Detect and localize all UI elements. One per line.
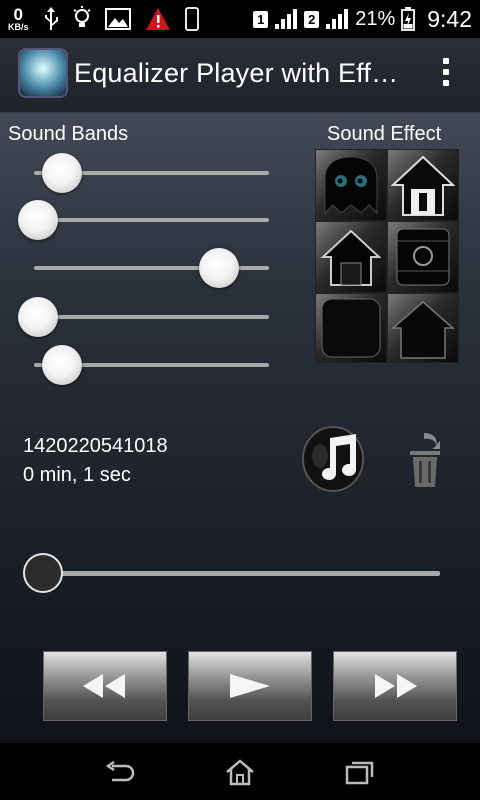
band-track[interactable] xyxy=(34,315,269,319)
sim2-badge: 2 xyxy=(304,10,320,28)
warning-icon xyxy=(145,8,170,30)
fast-forward-button[interactable] xyxy=(333,651,457,721)
sound-bands-label: Sound Bands xyxy=(8,123,129,145)
app-icon[interactable] xyxy=(20,50,66,96)
status-bar-left: 0 KB/s xyxy=(8,4,199,34)
band-thumb[interactable] xyxy=(18,297,58,337)
signal-icon xyxy=(275,9,298,29)
action-bar: Equalizer Player with Eff… xyxy=(0,38,480,113)
network-speed-unit: KB/s xyxy=(8,22,29,32)
seek-thumb[interactable] xyxy=(23,553,63,593)
trash-icon[interactable] xyxy=(404,431,446,489)
play-button[interactable] xyxy=(188,651,312,721)
band-thumb[interactable] xyxy=(18,200,58,240)
status-bar-right: 1 2 21% 9:42 xyxy=(253,4,472,34)
band-thumb[interactable] xyxy=(199,248,240,288)
sim1-badge: 1 xyxy=(253,10,269,28)
band-thumb[interactable] xyxy=(42,345,83,385)
band-track[interactable] xyxy=(34,218,269,222)
recents-icon[interactable] xyxy=(343,757,377,787)
track-id: 1420220541018 xyxy=(23,435,168,457)
blank-tile-icon[interactable] xyxy=(315,293,387,363)
bulb-icon xyxy=(73,6,90,27)
usb-icon xyxy=(44,7,58,30)
back-icon[interactable] xyxy=(103,757,137,787)
gallery-icon xyxy=(104,8,131,30)
battery-charging-icon xyxy=(401,7,416,31)
rewind-button[interactable] xyxy=(43,651,167,721)
app-title: Equalizer Player with Eff… xyxy=(74,58,399,88)
music-note-icon[interactable] xyxy=(300,426,366,492)
band-thumb[interactable] xyxy=(42,153,83,193)
sound-effect-label: Sound Effect xyxy=(327,123,442,145)
navigation-bar xyxy=(0,743,480,800)
play-icon xyxy=(230,674,270,698)
rewind-icon xyxy=(83,674,125,698)
signal-icon xyxy=(326,9,349,29)
track-elapsed: 0 min, 1 sec xyxy=(23,464,131,486)
house-outline-icon[interactable] xyxy=(315,221,387,293)
network-speed-value: 0 xyxy=(13,5,23,24)
phone-icon xyxy=(184,7,199,31)
status-bar: 0 KB/s 1 2 21% 9:42 xyxy=(0,0,480,38)
ghost-icon[interactable] xyxy=(315,149,387,221)
main-content: Sound Bands Sound Effect 1420220541018 0… xyxy=(0,113,480,743)
house-dark-icon[interactable] xyxy=(387,293,459,363)
clock: 9:42 xyxy=(427,5,472,32)
box-icon[interactable] xyxy=(387,221,459,293)
house-door-icon[interactable] xyxy=(387,149,459,221)
seek-bar[interactable] xyxy=(44,571,440,576)
home-icon[interactable] xyxy=(223,757,257,787)
network-speed: 0 KB/s xyxy=(8,6,29,32)
overflow-menu-icon[interactable] xyxy=(442,58,450,92)
fast-forward-icon xyxy=(375,674,417,698)
sound-effect-grid xyxy=(315,149,459,363)
battery-percent: 21% xyxy=(355,7,396,30)
